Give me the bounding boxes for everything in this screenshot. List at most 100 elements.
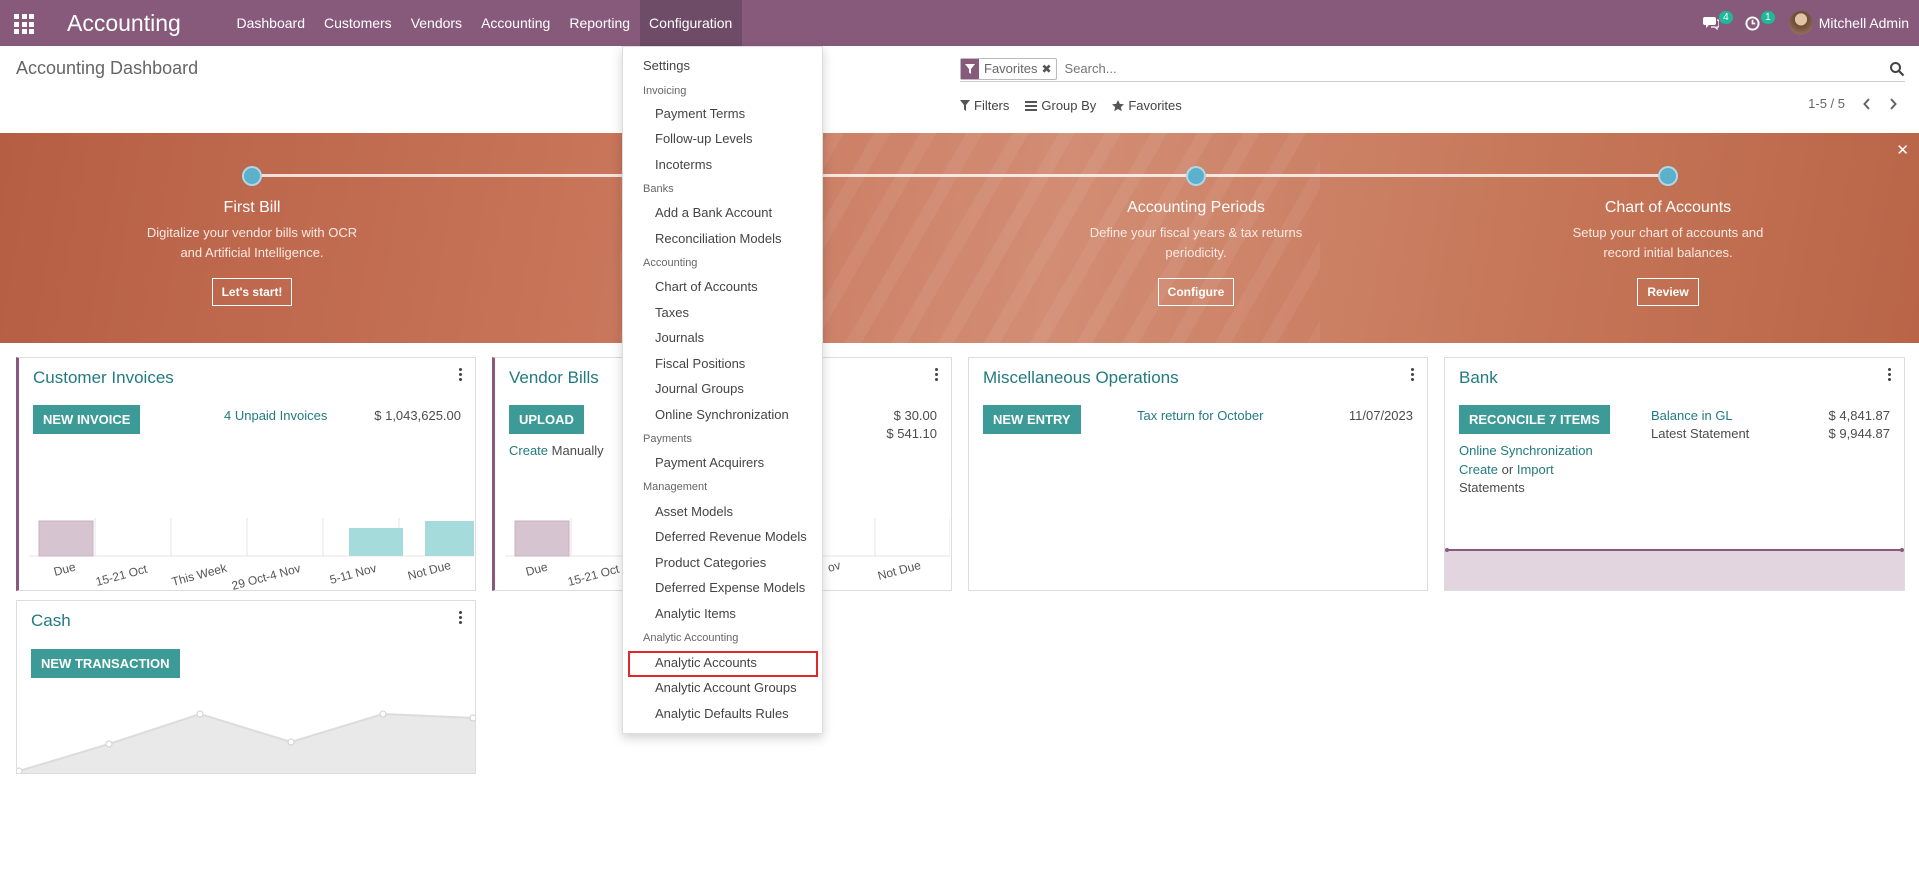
filters-button[interactable]: Filters [960,98,1009,113]
menu-item-follow-up-levels[interactable]: Follow-up Levels [655,131,753,146]
bar-due[interactable] [38,520,94,557]
card-title[interactable]: Vendor Bills [509,368,599,388]
new-entry-button[interactable]: NEW ENTRY [983,405,1081,434]
step-dot [1658,166,1678,186]
group-by-button[interactable]: Group By [1025,98,1096,113]
search-bar: Favorites ✖ [960,56,1905,82]
bar-5-11-nov[interactable] [349,528,403,556]
create-link[interactable]: Create [1459,462,1498,477]
close-icon[interactable]: ✕ [1896,141,1909,159]
star-icon [1112,99,1125,111]
bar-label: This Week [170,561,229,589]
filters-label: Filters [974,98,1010,113]
online-sync-link[interactable]: Online Synchronization [1459,443,1593,458]
create-or-import: Create or Import [1459,462,1554,477]
menu-configuration[interactable]: Configuration [639,0,742,46]
filter-icon [961,58,979,79]
onboarding-banner: First Bill Digitalize your vendor bills … [0,133,1919,343]
menu-item-add-bank-account[interactable]: Add a Bank Account [655,205,772,220]
menu-item-incoterms[interactable]: Incoterms [655,157,712,172]
menu-item-asset-models[interactable]: Asset Models [655,504,733,519]
reconcile-button[interactable]: RECONCILE 7 ITEMS [1459,405,1610,434]
tax-return-link[interactable]: Tax return for October [1137,408,1263,423]
balance-gl-link[interactable]: Balance in GL [1651,408,1733,423]
configure-button[interactable]: Configure [1157,278,1235,306]
bar-label: 5-11 Nov [328,561,378,587]
latest-statement-label: Latest Statement [1651,426,1750,441]
menu-item-journal-groups[interactable]: Journal Groups [655,381,744,396]
pager-value[interactable]: 1-5 / 5 [1808,96,1845,111]
remove-facet-icon[interactable]: ✖ [1041,62,1055,76]
menu-item-online-synchronization[interactable]: Online Synchronization [655,407,789,422]
new-invoice-button[interactable]: NEW INVOICE [33,405,141,434]
menu-item-deferred-expense-models[interactable]: Deferred Expense Models [655,580,805,595]
bar-not-due[interactable] [425,521,474,556]
lets-start-button[interactable]: Let's start! [211,278,293,306]
menu-item-analytic-defaults-rules[interactable]: Analytic Defaults Rules [655,706,789,721]
card-title[interactable]: Bank [1459,368,1498,388]
app-title[interactable]: Accounting [67,10,181,37]
menu-item-chart-of-accounts[interactable]: Chart of Accounts [655,279,758,294]
menu-reporting[interactable]: Reporting [560,0,640,46]
favorites-button[interactable]: Favorites [1112,98,1182,113]
avatar[interactable] [1788,11,1813,35]
menu-section-header: Accounting [643,257,698,269]
tax-return-date: 11/07/2023 [1348,408,1413,423]
menu-item-fiscal-positions[interactable]: Fiscal Positions [655,356,745,371]
search-icon[interactable] [1889,61,1905,77]
bank-line-chart[interactable] [1445,548,1904,590]
menu-item-payment-terms[interactable]: Payment Terms [655,106,745,121]
apps-icon[interactable] [14,14,34,34]
menu-vendors[interactable]: Vendors [401,0,471,46]
bar-label: 15-21 Oct [94,562,149,589]
kebab-menu-icon[interactable] [1411,368,1415,381]
menu-item-reconciliation-models[interactable]: Reconciliation Models [655,231,781,246]
menu-accounting[interactable]: Accounting [472,0,560,46]
page-title: Accounting Dashboard [16,58,199,78]
menu-item-payment-acquirers[interactable]: Payment Acquirers [655,455,764,470]
new-transaction-button[interactable]: NEW TRANSACTION [31,649,180,678]
clock-icon[interactable]: 1 [1739,0,1775,46]
cash-line-chart[interactable] [17,705,475,773]
create-link[interactable]: Create [509,443,548,458]
misc-operations-card: Miscellaneous Operations NEW ENTRY Tax r… [968,357,1428,591]
menu-item-product-categories[interactable]: Product Categories [655,555,766,570]
user-name[interactable]: Mitchell Admin [1819,15,1909,31]
menu-customers[interactable]: Customers [315,0,402,46]
menu-item-settings[interactable]: Settings [643,58,690,73]
menu-item-deferred-revenue-models[interactable]: Deferred Revenue Models [655,529,807,544]
menu-item-analytic-account-groups[interactable]: Analytic Account Groups [655,680,797,695]
list-icon [1025,100,1038,111]
import-link[interactable]: Import [1517,462,1554,477]
kebab-menu-icon[interactable] [1888,368,1892,381]
statements-text: Statements [1459,480,1525,495]
step-dot [1186,166,1206,186]
menu-item-analytic-accounts[interactable]: Analytic Accounts [655,655,757,670]
bar-label: Due [524,560,549,579]
bar-due[interactable] [514,520,570,557]
card-title[interactable]: Customer Invoices [33,368,174,388]
bank-card: Bank RECONCILE 7 ITEMS Online Synchroniz… [1444,357,1905,591]
menu-item-journals[interactable]: Journals [655,330,704,345]
kebab-menu-icon[interactable] [935,368,939,381]
invoices-bar-chart[interactable]: Due 15-21 Oct This Week 29 Oct-4 Nov 5-1… [29,518,474,590]
unpaid-invoices-link[interactable]: 4 Unpaid Invoices [224,408,327,423]
chevron-right-icon[interactable] [1889,97,1897,110]
chat-icon[interactable]: 4 [1697,0,1733,46]
customer-invoices-card: Customer Invoices NEW INVOICE 4 Unpaid I… [16,357,476,591]
upload-button[interactable]: UPLOAD [509,405,584,434]
review-button[interactable]: Review [1637,278,1699,306]
menu-item-analytic-items[interactable]: Analytic Items [655,606,736,621]
onboarding-step-first-bill: First Bill Digitalize your vendor bills … [102,199,402,306]
card-title[interactable]: Cash [31,611,71,631]
bar-label: Not Due [876,558,922,583]
step-title: Accounting Periods [1127,199,1265,216]
menu-dashboard[interactable]: Dashboard [227,0,315,46]
menu-item-taxes[interactable]: Taxes [655,305,689,320]
card-title[interactable]: Miscellaneous Operations [983,368,1179,388]
kebab-menu-icon[interactable] [459,368,463,381]
search-input[interactable] [1064,61,1889,76]
chevron-left-icon[interactable] [1863,97,1871,110]
menu-section-header: Invoicing [643,85,687,97]
kebab-menu-icon[interactable] [459,611,463,624]
